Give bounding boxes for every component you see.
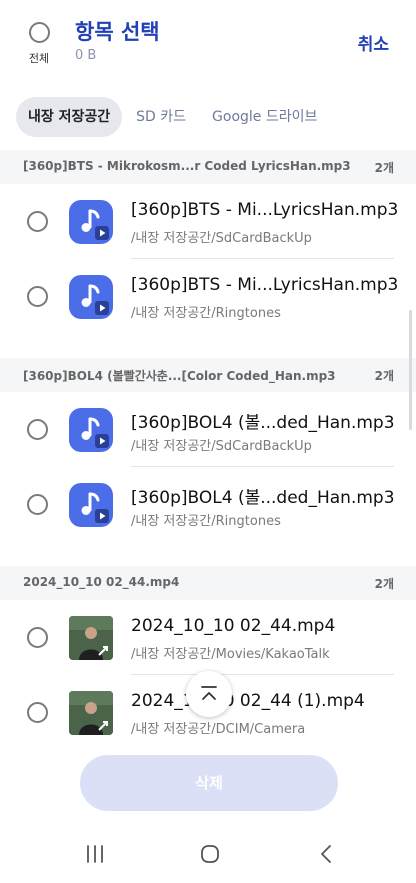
file-path: /내장 저장공간/DCIM/Camera <box>131 722 306 737</box>
chevron-up-icon <box>201 686 217 700</box>
select-all-label: 전체 <box>28 52 50 65</box>
recent-apps-icon[interactable] <box>80 842 110 866</box>
duplicate-file-list[interactable]: [360p]BTS - Mikrokosm...r Coded LyricsHa… <box>0 150 416 750</box>
scrollbar[interactable] <box>409 310 412 430</box>
group-title: 2024_10_10 02_44.mp4 <box>23 575 180 589</box>
scroll-to-top-button[interactable] <box>186 671 232 717</box>
storage-tabs: 내장 저장공간 SD 카드 Google 드라이브 <box>16 97 331 137</box>
music-icon <box>69 483 113 527</box>
video-thumbnail <box>69 616 113 660</box>
list-item[interactable]: [360p]BTS - Mi...LyricsHan.mp3 /내장 저장공간/… <box>0 259 416 334</box>
tab-internal-storage[interactable]: 내장 저장공간 <box>16 97 123 137</box>
select-all-radio[interactable] <box>28 22 50 43</box>
file-path: /내장 저장공간/Movies/KakaoTalk <box>131 647 330 662</box>
music-icon <box>69 408 113 452</box>
group-header: [360p]BOL4 (볼빨간사춘...[Color Coded_Han.mp3… <box>0 358 416 392</box>
file-name: 2024_10_10 02_44 (1).mp4 <box>131 691 365 711</box>
item-checkbox[interactable] <box>27 702 48 723</box>
delete-button[interactable]: 삭제 <box>80 755 338 811</box>
page-title: 항목 선택 <box>75 20 160 44</box>
tab-google-drive[interactable]: Google 드라이브 <box>200 97 329 137</box>
group-title: [360p]BOL4 (볼빨간사춘...[Color Coded_Han.mp3 <box>23 369 336 383</box>
music-icon <box>69 200 113 244</box>
group-count: 2개 <box>374 369 394 383</box>
cancel-button[interactable]: 취소 <box>358 30 389 55</box>
video-thumbnail <box>69 691 113 735</box>
list-item[interactable]: [360p]BOL4 (볼...ded_Han.mp3 /내장 저장공간/Rin… <box>0 467 416 542</box>
list-item[interactable]: 2024_10_10 02_44.mp4 /내장 저장공간/Movies/Kak… <box>0 600 416 675</box>
system-nav-bar <box>0 830 416 883</box>
group-title: [360p]BTS - Mikrokosm...r Coded LyricsHa… <box>23 159 351 173</box>
header: 전체 항목 선택 0 B 취소 <box>0 0 416 92</box>
file-name: [360p]BOL4 (볼...ded_Han.mp3 <box>131 413 395 433</box>
item-checkbox[interactable] <box>27 627 48 648</box>
file-path: /내장 저장공간/SdCardBackUp <box>131 231 312 246</box>
group-count: 2개 <box>374 577 394 591</box>
list-item[interactable]: [360p]BTS - Mi...LyricsHan.mp3 /내장 저장공간/… <box>0 184 416 259</box>
select-all-checkbox[interactable]: 전체 <box>23 22 55 66</box>
file-path: /내장 저장공간/Ringtones <box>131 514 281 529</box>
group-header: [360p]BTS - Mikrokosm...r Coded LyricsHa… <box>0 150 416 184</box>
item-checkbox[interactable] <box>27 419 48 440</box>
music-icon <box>69 275 113 319</box>
group-count: 2개 <box>374 161 394 175</box>
back-icon[interactable] <box>311 842 341 866</box>
selected-size: 0 B <box>75 48 97 63</box>
item-checkbox[interactable] <box>27 286 48 307</box>
file-name: 2024_10_10 02_44.mp4 <box>131 616 336 636</box>
file-name: [360p]BTS - Mi...LyricsHan.mp3 <box>131 200 399 220</box>
file-name: [360p]BOL4 (볼...ded_Han.mp3 <box>131 488 395 508</box>
file-name: [360p]BTS - Mi...LyricsHan.mp3 <box>131 275 399 295</box>
item-checkbox[interactable] <box>27 494 48 515</box>
file-path: /내장 저장공간/Ringtones <box>131 306 281 321</box>
item-checkbox[interactable] <box>27 211 48 232</box>
file-path: /내장 저장공간/SdCardBackUp <box>131 439 312 454</box>
list-item[interactable]: [360p]BOL4 (볼...ded_Han.mp3 /내장 저장공간/SdC… <box>0 392 416 467</box>
home-icon[interactable] <box>195 842 225 866</box>
tab-sd-card[interactable]: SD 카드 <box>124 97 198 137</box>
group-header: 2024_10_10 02_44.mp4 2개 <box>0 566 416 600</box>
